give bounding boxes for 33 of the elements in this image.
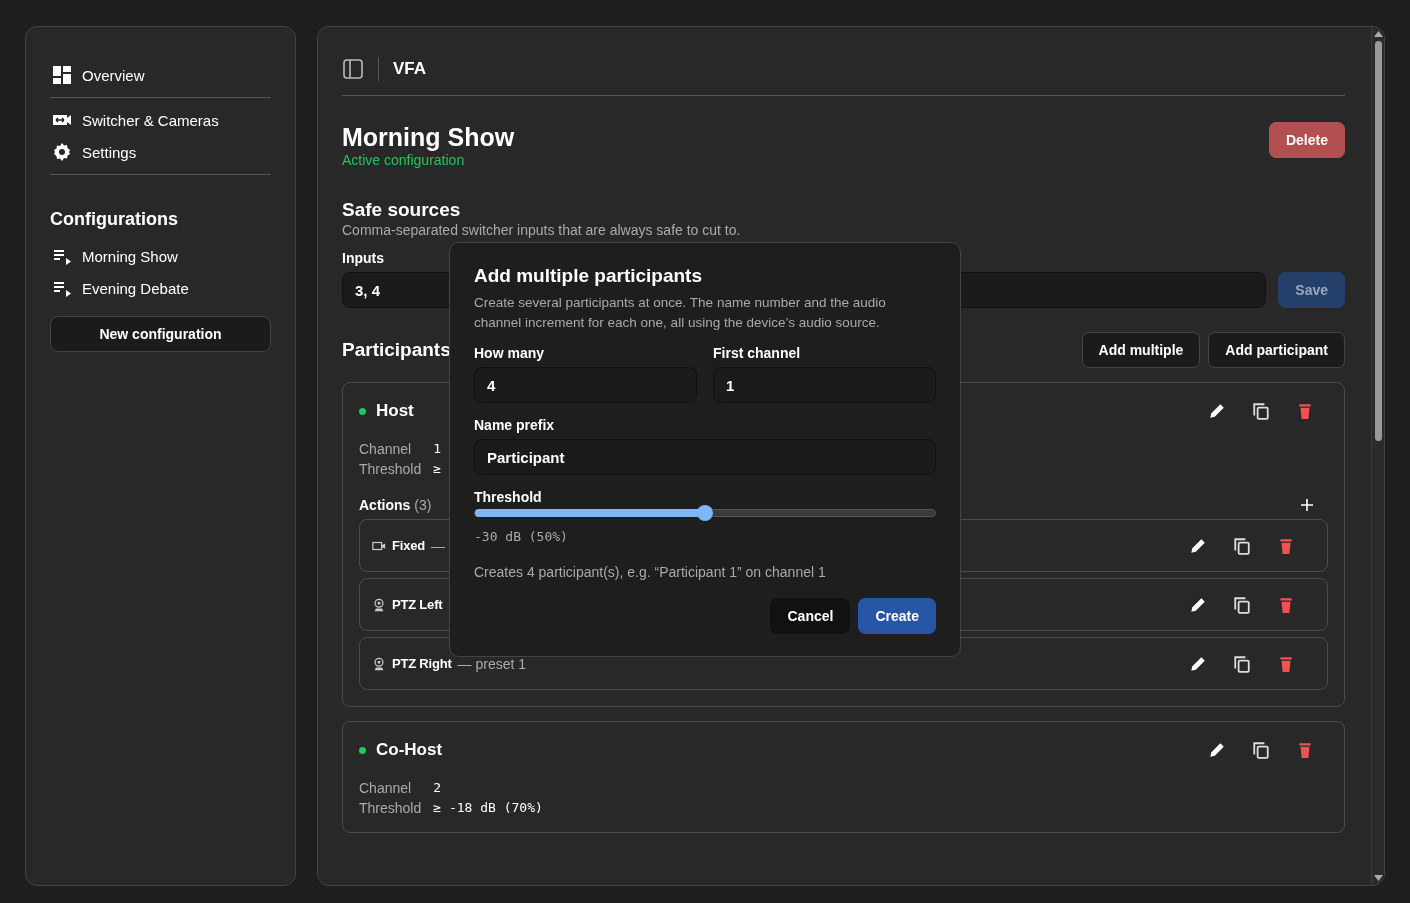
summary-text: Creates 4 participant(s), e.g. “Participant 1” on channel 1 (474, 564, 827, 580)
action-detail: — (430, 537, 445, 554)
field-label: How many (474, 345, 545, 361)
field-label: First channel (713, 345, 802, 361)
section-heading: Configurations (50, 209, 179, 230)
action-name: PTZ Right (392, 656, 452, 671)
threshold-label: Threshold (359, 461, 422, 477)
field-label: Threshold (474, 489, 543, 505)
section-heading: Safe sources (342, 198, 462, 222)
field-label: Name prefix (474, 417, 556, 433)
section-description: Comma-separated switcher inputs that are always safe to cut to. (342, 222, 742, 238)
page-title: Morning Show (342, 122, 515, 152)
actions-label: Actions (359, 497, 411, 513)
participant-name: Host (376, 401, 415, 421)
dialog-title: Add multiple participants (474, 265, 704, 287)
action-name: PTZ Left (392, 597, 443, 612)
threshold-label: Threshold (359, 800, 422, 816)
actions-count: (3) (414, 497, 432, 513)
channel-value: 2 (433, 780, 443, 796)
section-heading: Participants (342, 338, 451, 362)
participant-name: Co-Host (376, 740, 444, 760)
dialog-description: Create several participants at once. The name number and the audio channel increment for each one, all using the device’s audio source. (474, 294, 887, 332)
channel-label: Channel (359, 441, 413, 457)
app-title: VFA (393, 59, 427, 79)
threshold-value: ≥ -18 dB (70%) (433, 800, 544, 816)
channel-value: 1 (433, 441, 443, 457)
channel-label: Channel (359, 780, 413, 796)
action-detail: — preset 1 (457, 655, 527, 672)
action-name: Fixed (392, 538, 425, 553)
threshold-value: ≥ (433, 461, 443, 477)
threshold-reading: -30 dB (50%) (474, 529, 569, 544)
field-label: Inputs (342, 250, 385, 266)
status-text: Active configuration (342, 152, 466, 168)
